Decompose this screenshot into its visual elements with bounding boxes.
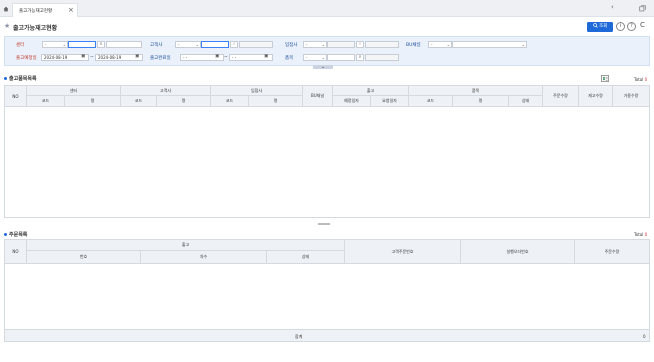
help-icon[interactable]: ?	[627, 22, 636, 31]
lower-grid-header: NO 출고 번호 차수 상태 고객주문번호 실행오더번호 주문수량	[5, 240, 649, 264]
upper-total: Total 0	[634, 77, 648, 82]
col-order-qty[interactable]: 주문수량	[575, 240, 649, 264]
bu-channel-value-select[interactable]: ⌄	[452, 41, 527, 48]
section-bullet	[4, 233, 7, 236]
lower-grid-footer: 합계 0	[5, 329, 649, 341]
item-code-input[interactable]	[327, 54, 355, 61]
calendar-icon[interactable]: ▣	[215, 54, 219, 59]
customer-name-input[interactable]	[239, 41, 273, 48]
center-label: 센터	[16, 43, 25, 48]
col-no[interactable]: NO	[5, 86, 27, 107]
chevron-down-icon: ⌄	[195, 42, 199, 47]
center-name-input[interactable]	[106, 41, 142, 48]
col-item-code[interactable]: 코드	[409, 96, 453, 107]
chevron-down-icon: ⌄	[321, 55, 325, 60]
page-header: ★ 출고가능재고현황 조회 i ? C	[0, 18, 654, 36]
customer-label: 고객사	[150, 43, 163, 48]
range-separator: ~	[224, 55, 228, 60]
search-button-label: 조회	[599, 24, 608, 29]
excel-download-icon[interactable]	[601, 75, 609, 82]
upper-section-title: 출고품목목록	[9, 76, 37, 82]
customer-search-icon[interactable]: ⌕	[230, 41, 238, 48]
center-code-input[interactable]	[68, 41, 96, 48]
item-search-icon[interactable]: ⌕	[356, 54, 364, 61]
col-delivery-order-no[interactable]: 실행오더번호	[461, 240, 575, 264]
col-item-status[interactable]: 상태	[509, 96, 543, 107]
col-center-name[interactable]: 명	[65, 96, 121, 107]
owner-name-input[interactable]	[365, 41, 399, 48]
owner-select[interactable]: - ⌄	[303, 41, 327, 48]
col-complete-date[interactable]: 요청일자	[371, 96, 409, 107]
col-item[interactable]: 품목	[409, 86, 543, 96]
chevron-down-icon: ⌄	[321, 42, 325, 47]
bu-channel-select[interactable]: - ⌄	[428, 41, 452, 48]
owner-search-icon[interactable]: ⌕	[356, 41, 364, 48]
calendar-icon[interactable]: ▣	[81, 54, 85, 59]
col-shipment-number[interactable]: 번호	[27, 251, 141, 264]
col-shipment-status[interactable]: 상태	[267, 251, 345, 264]
lower-section-title: 주문목록	[9, 232, 28, 238]
customer-code-input[interactable]	[201, 41, 229, 48]
col-owner[interactable]: 입점사	[211, 86, 303, 96]
col-customer-name[interactable]: 명	[157, 96, 211, 107]
chevron-down-icon: ⌄	[62, 42, 66, 47]
col-customer-order-no[interactable]: 고객주문번호	[345, 240, 461, 264]
ship-complete-date-label: 출고완료일	[150, 56, 171, 61]
chevron-down-icon: ⌄	[446, 42, 450, 47]
center-select[interactable]: - ⌄	[42, 41, 68, 48]
item-name-input[interactable]	[365, 54, 399, 61]
range-separator: ~	[90, 55, 94, 60]
col-stock-qty[interactable]: 재고수량	[579, 86, 613, 107]
col-shipment[interactable]: 출고	[27, 240, 345, 251]
star-icon[interactable]: ★	[4, 22, 10, 30]
lower-total: Total 0	[634, 232, 648, 237]
col-shipment[interactable]: 출고	[333, 86, 409, 96]
col-bu-channel[interactable]: BU채널	[303, 86, 333, 107]
collapse-handle[interactable]: ▴	[313, 65, 333, 69]
col-available-qty[interactable]: 가용수량	[613, 86, 649, 107]
col-plan-date[interactable]: 예정일자	[333, 96, 371, 107]
footer-sum-label: 합계	[295, 334, 303, 339]
chevron-left-icon[interactable]: ‹	[611, 3, 614, 11]
col-center[interactable]: 센터	[27, 86, 121, 96]
home-icon[interactable]	[3, 6, 9, 12]
col-order-qty[interactable]: 주문수량	[543, 86, 579, 107]
upper-grid-header: NO 센터 코드 명 고객사 코드 명 입점사 코드 명 BU채널 출고 예정일…	[5, 86, 649, 107]
section-bullet	[4, 77, 7, 80]
refresh-icon[interactable]: C	[638, 22, 647, 31]
info-icon[interactable]: i	[616, 22, 625, 31]
search-button[interactable]: 조회	[587, 22, 613, 32]
ship-plan-date-label: 출고예정일	[16, 56, 37, 61]
tab-label: 출고가능재고현황	[19, 9, 53, 14]
window-icon[interactable]	[639, 5, 646, 12]
col-owner-code[interactable]: 코드	[211, 96, 249, 107]
col-customer[interactable]: 고객사	[121, 86, 211, 96]
item-select[interactable]: - ⌄	[303, 54, 327, 61]
top-tab-bar: 출고가능재고현황 × ‹	[0, 0, 654, 17]
pane-splitter[interactable]	[318, 223, 330, 225]
lower-grid: NO 출고 번호 차수 상태 고객주문번호 실행오더번호 주문수량 합계 0	[4, 239, 650, 342]
search-icon	[592, 22, 598, 28]
close-icon[interactable]: ×	[68, 6, 74, 14]
upper-grid: NO 센터 코드 명 고객사 코드 명 입점사 코드 명 BU채널 출고 예정일…	[4, 85, 650, 218]
col-shipment-sequence[interactable]: 차수	[141, 251, 267, 264]
bu-channel-label: BU채널	[406, 43, 421, 48]
col-item-name[interactable]: 명	[453, 96, 509, 107]
search-panel: 센터 - ⌄ ⌕ 고객사 - ⌄ ⌕ 입점사 - ⌄ ⌕ BU채널 - ⌄ ⌄ 출고예정…	[4, 36, 650, 66]
customer-select[interactable]: - ⌄	[175, 41, 201, 48]
footer-sum-value: 0	[643, 334, 646, 339]
center-search-icon[interactable]: ⌕	[97, 41, 105, 48]
calendar-icon[interactable]: ▣	[135, 54, 139, 59]
col-customer-code[interactable]: 코드	[121, 96, 157, 107]
col-owner-name[interactable]: 명	[249, 96, 303, 107]
col-center-code[interactable]: 코드	[27, 96, 65, 107]
col-no[interactable]: NO	[5, 240, 27, 264]
page-title: 출고가능재고현황	[13, 25, 58, 32]
owner-code-input[interactable]	[327, 41, 355, 48]
item-label: 품목	[285, 56, 294, 61]
chevron-down-icon: ⌄	[521, 42, 525, 47]
calendar-icon[interactable]: ▣	[264, 54, 268, 59]
owner-label: 입점사	[285, 43, 298, 48]
tab-stock-status[interactable]: 출고가능재고현황 ×	[12, 3, 78, 17]
